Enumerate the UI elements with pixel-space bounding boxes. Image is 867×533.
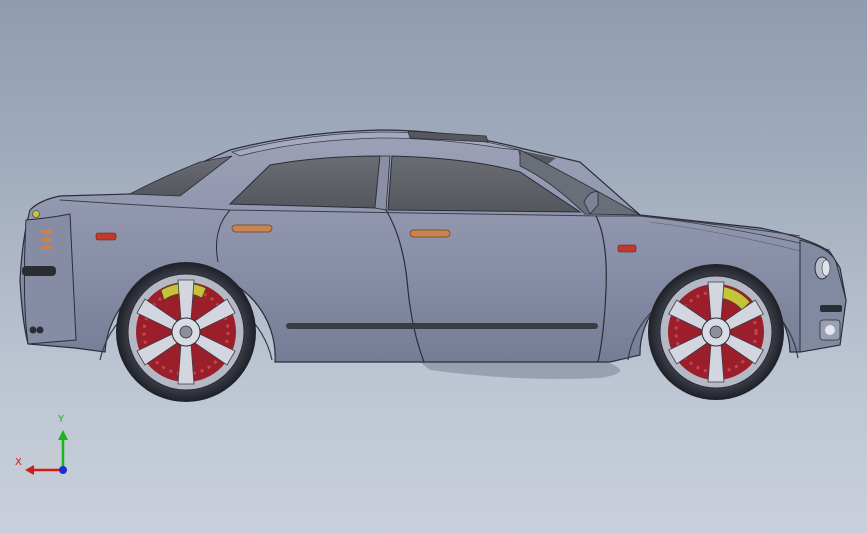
x-axis-label: X xyxy=(15,457,22,468)
front-side-marker xyxy=(617,244,637,253)
rear-door-handle xyxy=(231,224,273,233)
x-axis-arrowhead-icon xyxy=(25,465,34,475)
rear-side-marker xyxy=(95,232,117,241)
y-axis-label: Y xyxy=(58,414,65,425)
front-door-handle xyxy=(409,229,451,238)
rear-wheel xyxy=(116,262,256,402)
rear-reflector xyxy=(22,266,56,276)
front-wheel xyxy=(648,264,784,400)
rear-bumper xyxy=(23,213,77,345)
triad-xy-plane xyxy=(33,442,60,470)
graphics-viewport[interactable]: Y X xyxy=(0,0,867,533)
rear-light-bars xyxy=(42,230,52,249)
view-orientation-triad[interactable] xyxy=(25,430,68,475)
rear-light-icon xyxy=(32,210,40,218)
fog-light-bulb-icon xyxy=(825,325,835,335)
z-axis-origin-icon xyxy=(59,466,67,474)
car-model-side-view[interactable] xyxy=(0,0,867,533)
front-bumper-grille xyxy=(820,305,842,312)
y-axis-arrowhead-icon xyxy=(58,430,68,440)
exhaust-right-icon xyxy=(36,326,44,334)
exhaust-left-icon xyxy=(29,326,37,334)
side-molding xyxy=(286,323,598,329)
headlight-inner xyxy=(821,259,831,277)
